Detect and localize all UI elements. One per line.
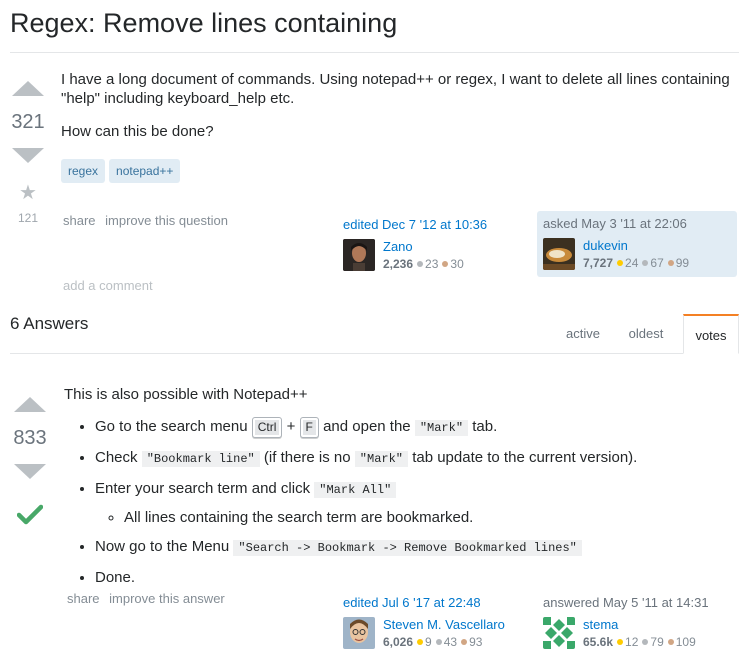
bronze-badges: 109 [675, 635, 696, 649]
code-snippet: "Mark" [414, 420, 469, 436]
question-vote-count: 321 [11, 111, 45, 133]
user-name[interactable]: dukevin [583, 238, 628, 253]
reputation-score: 65.6k [583, 635, 614, 649]
user-name[interactable]: stema [583, 617, 618, 632]
step-text: Go to the search menu [95, 418, 248, 435]
silver-badges: 79 [650, 635, 664, 649]
downvote-icon[interactable] [12, 148, 44, 163]
upvote-icon[interactable] [12, 81, 44, 96]
avatar[interactable] [343, 239, 375, 271]
gold-badges: 9 [425, 635, 432, 649]
list-item: Check "Bookmark line" (if there is no "M… [95, 448, 734, 469]
improve-question-link[interactable]: improve this question [105, 213, 228, 228]
user-reputation: 6,026 9 43 93 [383, 635, 482, 649]
answered-timestamp: answered May 5 '11 at 14:31 [543, 595, 709, 610]
question-title[interactable]: Regex: Remove lines containing [10, 6, 397, 40]
avatar[interactable] [543, 238, 575, 270]
step-text: and open the [323, 418, 411, 435]
question-owner-signature: asked May 3 '11 at 22:06 dukevin 7,727 24… [537, 211, 737, 277]
step-text: Check [95, 449, 138, 466]
share-link[interactable]: share [67, 591, 100, 606]
kbd-f: F [299, 417, 319, 438]
gold-badges: 24 [625, 256, 639, 270]
answer-vote-count: 833 [13, 427, 47, 449]
answer-edited-signature: edited Jul 6 '17 at 22:48 Steven M. Vasc… [343, 595, 538, 655]
answers-count: 6 Answers [10, 314, 89, 333]
question-body: I have a long document of commands. Usin… [61, 70, 737, 155]
answer-intro: This is also possible with Notepad++ [64, 386, 308, 403]
tab-active[interactable]: active [554, 314, 612, 354]
tab-votes[interactable]: votes [683, 314, 739, 354]
user-name[interactable]: Zano [383, 239, 413, 254]
question-edited-signature: edited Dec 7 '12 at 10:36 Zano 2,236 23 30 [343, 217, 533, 277]
silver-badges: 43 [443, 635, 458, 649]
step-text: tab update to the current version). [412, 449, 638, 466]
add-comment-link[interactable]: add a comment [63, 278, 153, 293]
asked-timestamp: asked May 3 '11 at 22:06 [543, 216, 687, 231]
question-paragraph: I have a long document of commands. Usin… [61, 71, 730, 107]
kbd-ctrl: Ctrl [251, 417, 283, 438]
answer-body: This is also possible with Notepad++ Go … [64, 385, 734, 597]
step-text: tab. [472, 418, 498, 435]
bronze-badges: 93 [469, 635, 483, 649]
list-item: Enter your search term and click "Mark A… [95, 479, 734, 527]
user-name[interactable]: Steven M. Vascellaro [383, 617, 505, 632]
share-link[interactable]: share [63, 213, 96, 228]
code-snippet: "Bookmark line" [141, 451, 260, 467]
step-text: Now go to the Menu [95, 538, 230, 555]
downvote-icon[interactable] [14, 464, 46, 479]
user-reputation: 2,236 23 30 [383, 257, 464, 271]
tab-oldest[interactable]: oldest [616, 314, 676, 354]
avatar[interactable] [543, 617, 575, 649]
silver-badges: 23 [425, 257, 439, 271]
list-item: Done. [95, 568, 734, 587]
question-menu: share improve this question [63, 213, 234, 228]
upvote-icon[interactable] [14, 397, 46, 412]
sub-steps: All lines containing the search term are… [124, 508, 734, 527]
improve-answer-link[interactable]: improve this answer [109, 591, 225, 606]
answer-owner-signature: answered May 5 '11 at 14:31 stema 65.6k 1… [543, 595, 739, 655]
user-reputation: 65.6k 12 79 109 [583, 635, 696, 649]
bronze-badges: 30 [450, 257, 464, 271]
reputation-score: 2,236 [383, 257, 414, 271]
accepted-check-icon [17, 504, 43, 525]
reputation-score: 7,727 [583, 256, 614, 270]
reputation-score: 6,026 [383, 635, 414, 649]
user-reputation: 7,727 24 67 99 [583, 256, 689, 270]
list-item: Now go to the Menu "Search -> Bookmark -… [95, 537, 734, 558]
edited-timestamp[interactable]: edited Dec 7 '12 at 10:36 [343, 217, 533, 232]
tag-list: regex notepad++ [61, 159, 184, 183]
tag-regex[interactable]: regex [61, 159, 106, 183]
step-text: (if there is no [263, 449, 351, 466]
question-paragraph: How can this be done? [61, 123, 214, 140]
plus-sign: + [286, 418, 296, 435]
title-divider [10, 52, 739, 53]
answer-menu: share improve this answer [67, 591, 231, 606]
step-text: Enter your search term and click [95, 480, 311, 497]
star-icon[interactable]: ★ [18, 183, 38, 203]
answer-sort-tabs: active oldest votes [554, 314, 739, 354]
code-snippet: "Mark" [354, 451, 409, 467]
tag-notepad[interactable]: notepad++ [109, 159, 181, 183]
silver-badges: 67 [650, 256, 664, 270]
code-snippet: "Mark All" [314, 482, 397, 498]
gold-badges: 12 [625, 635, 639, 649]
avatar[interactable] [343, 617, 375, 649]
list-item: All lines containing the search term are… [124, 508, 734, 527]
answer-steps: Go to the search menu Ctrl + F and open … [95, 417, 734, 587]
edited-timestamp[interactable]: edited Jul 6 '17 at 22:48 [343, 595, 538, 610]
favorite-count: 121 [17, 211, 39, 225]
list-item: Go to the search menu Ctrl + F and open … [95, 417, 734, 438]
bronze-badges: 99 [675, 256, 690, 270]
code-snippet: "Search -> Bookmark -> Remove Bookmarked… [233, 540, 582, 556]
